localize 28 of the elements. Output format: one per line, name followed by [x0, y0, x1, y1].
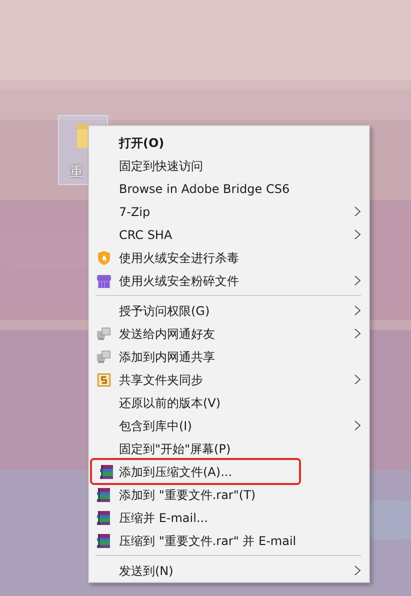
- menu-item[interactable]: 使用火绒安全粉碎文件: [89, 269, 369, 292]
- menu-item[interactable]: 打开(O): [89, 131, 369, 154]
- shield-icon: [96, 250, 112, 266]
- books-icon: [96, 533, 112, 549]
- menu-item[interactable]: 发送给内网通好友: [89, 322, 369, 345]
- menu-item[interactable]: 7-Zip: [89, 200, 369, 223]
- menu-item[interactable]: 共享文件夹同步: [89, 368, 369, 391]
- menu-item[interactable]: 还原以前的版本(V): [89, 391, 369, 414]
- menu-item[interactable]: Browse in Adobe Bridge CS6: [89, 177, 369, 200]
- menu-item[interactable]: 添加到压缩文件(A)...: [92, 460, 299, 483]
- menu-item[interactable]: 授予访问权限(G): [89, 299, 369, 322]
- sync-icon: [96, 372, 112, 388]
- menu-item[interactable]: 压缩并 E-mail...: [89, 506, 369, 529]
- menu-item[interactable]: CRC SHA: [89, 223, 369, 246]
- menu-item[interactable]: 使用火绒安全进行杀毒: [89, 246, 369, 269]
- menu-item[interactable]: 发送到(N): [89, 559, 369, 582]
- menu-item[interactable]: 添加到内网通共享: [89, 345, 369, 368]
- computers-icon: [96, 326, 112, 342]
- menu-item[interactable]: 固定到"开始"屏幕(P): [89, 437, 369, 460]
- books-icon: [99, 464, 115, 480]
- computers-icon: [96, 349, 112, 365]
- books-icon: [96, 510, 112, 526]
- menu-item[interactable]: 包含到库中(I): [89, 414, 369, 437]
- menu-item[interactable]: 添加到 "重要文件.rar"(T): [89, 483, 369, 506]
- books-icon: [96, 487, 112, 503]
- shredder-icon: [96, 273, 112, 289]
- menu-item[interactable]: 固定到快速访问: [89, 154, 369, 177]
- menu-item[interactable]: 压缩到 "重要文件.rar" 并 E-mail: [89, 529, 369, 552]
